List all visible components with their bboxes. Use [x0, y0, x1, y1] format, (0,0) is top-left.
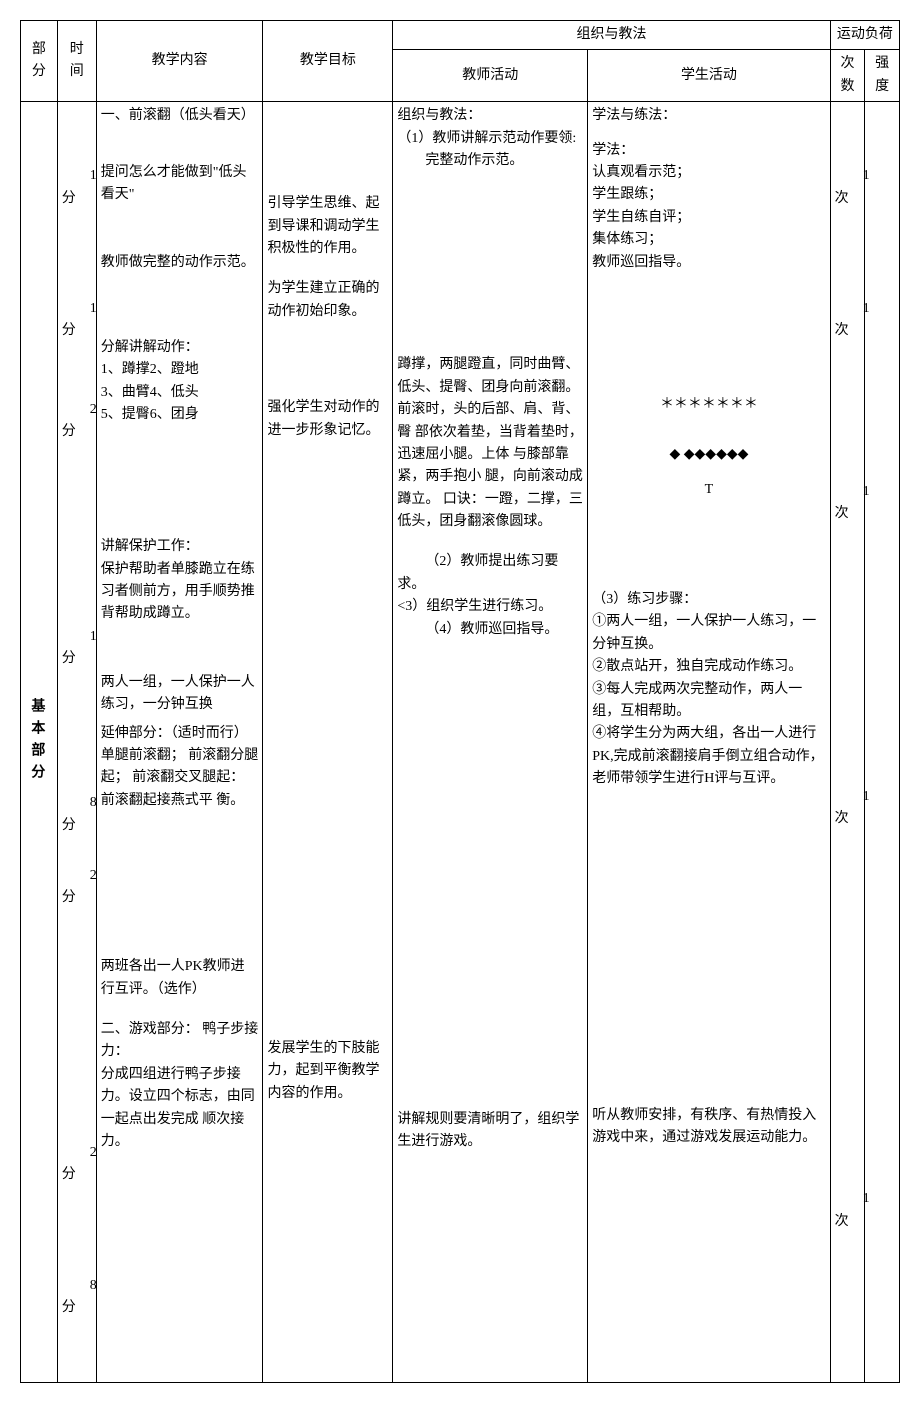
intensity-column [865, 102, 900, 1383]
student-4b: ①两人一组，一人保护一人练习，一分钟互换。 [592, 611, 825, 656]
student-1g: 教师巡回指导。 [592, 252, 825, 274]
teacher-8: 讲解规则要清晰明了，组织学生进行游戏。 [397, 1109, 583, 1154]
time-1: 1分 [62, 165, 92, 210]
student-diagram-row1: ＊＊＊＊＊＊＊ [592, 394, 825, 416]
teacher-4c: （4）教师巡回指导。 [397, 619, 583, 641]
teacher-4b: <3）组织学生进行练习。 [397, 596, 583, 618]
count-1: 1次 [835, 165, 861, 210]
content-6: 延伸部分：（适时而行） 单腿前滚翻； 前滚翻分腿起； 前滚翻交叉腿起： 前滚翻起… [101, 723, 259, 813]
content-2: 教师做完整的动作示范。 [101, 252, 259, 274]
student-4c: ②散点站开，独自完成动作练习。 [592, 656, 825, 678]
count-3: 1次 [835, 481, 861, 526]
student-column: 学法与练法： 学法： 认真观看示范； 学生跟练； 学生自练自评； 集体练习； 教… [588, 102, 830, 1383]
time-3: 2分 [62, 399, 92, 444]
content-column: 一、前滚翻（低头看天） 提问怎么才能做到"低头看天" 教师做完整的动作示范。 分… [96, 102, 263, 1383]
time-6: 2分 [62, 865, 92, 910]
content-4a: 讲解保护工作： [101, 536, 259, 558]
student-1c: 认真观看示范； [592, 162, 825, 184]
goal-column: 引导学生思维、起到导课和调动学生积极性的作用。 为学生建立正确的动作初始印象。 … [263, 102, 393, 1383]
goal-1: 引导学生思维、起到导课和调动学生积极性的作用。 [267, 193, 388, 260]
teacher-column: 组织与教法： （1）教师讲解示范动作要领: 完整动作示范。 蹲撑，两腿蹬直，同时… [393, 102, 588, 1383]
content-1a: 一、前滚翻（低头看天） [101, 105, 259, 127]
student-4a: （3）练习步骤： [592, 589, 825, 611]
header-load: 运动负荷 [830, 21, 899, 50]
teacher-1c: 完整动作示范。 [397, 150, 583, 172]
header-time: 时 间 [57, 21, 96, 102]
header-part: 部 分 [21, 21, 58, 102]
content-1b: 提问怎么才能做到"低头看天" [101, 162, 259, 207]
content-3d: 5、提臀6、团身 [101, 404, 259, 426]
header-teacher: 教师活动 [393, 50, 588, 102]
teacher-4a: （2）教师提出练习要求。 [397, 551, 583, 596]
section-label-cell: 基本部分 [21, 102, 58, 1383]
student-8: 听从教师安排，有秩序、有热情投入游戏中来，通过游戏发展运动能力。 [592, 1105, 825, 1150]
content-4b: 保护帮助者单膝跪立在练习者侧前方，用手顺势推背帮助成蹲立。 [101, 559, 259, 626]
table-row: 基本部分 1分 1分 2分 1分 8分 2分 2分 8分 [21, 102, 900, 1383]
content-5: 两人一组，一人保护一人练习，一分钟互换 [101, 672, 259, 717]
count-8: 1次 [835, 1188, 861, 1233]
header-goal: 教学目标 [263, 21, 393, 102]
header-count: 次数 [830, 50, 865, 102]
count-column: 1次 1次 1次 1次 1次 [830, 102, 865, 1383]
student-4e: ④将学生分为两大组，各出一人进行PK,完成前滚翻接肩手倒立组合动作，老师带领学生… [592, 723, 825, 790]
student-4d: ③每人完成两次完整动作，两人一组，互相帮助。 [592, 679, 825, 724]
count-5: 1次 [835, 786, 861, 831]
content-3a: 分解讲解动作： [101, 337, 259, 359]
content-7: 两班各出一人PK教师进行互评。（选作） [101, 956, 259, 1001]
section-label: 基本部分 [25, 698, 47, 786]
teacher-3: 蹲撑，两腿蹬直，同时曲臂、低头、提臀、团身向前滚翻。前滚时，头的后部、肩、背、臀… [397, 354, 583, 533]
student-diagram-t: T [592, 479, 825, 501]
lesson-plan-table: 部 分 时 间 教学内容 教学目标 组织与教法 运动负荷 教师活动 学生活动 次… [20, 20, 900, 1383]
content-3b: 1、蹲撑2、蹬地 [101, 359, 259, 381]
student-1d: 学生跟练； [592, 184, 825, 206]
header-student: 学生活动 [588, 50, 830, 102]
goal-8: 发展学生的下肢能力，起到平衡教学内容的作用。 [267, 1038, 388, 1105]
time-4: 1分 [62, 626, 92, 671]
student-diagram-row2: ◆ ◆◆◆◆◆◆ [592, 444, 825, 466]
goal-2: 为学生建立正确的动作初始印象。 [267, 278, 388, 323]
student-1f: 集体练习； [592, 229, 825, 251]
content-8b: 分成四组进行鸭子步接力。设立四个标志，由同一起点出发完成 顺次接力。 [101, 1064, 259, 1154]
time-7: 2分 [62, 1142, 92, 1187]
goal-3: 强化学生对动作的进一步形象记忆。 [267, 397, 388, 442]
student-1a: 学法与练法： [592, 105, 825, 127]
teacher-1b: （1）教师讲解示范动作要领: [397, 128, 583, 150]
content-3c: 3、曲臂4、低头 [101, 382, 259, 404]
header-intensity: 强度 [865, 50, 900, 102]
teacher-1a: 组织与教法： [397, 105, 583, 127]
time-column: 1分 1分 2分 1分 8分 2分 2分 8分 [57, 102, 96, 1383]
content-8a: 二、游戏部分： 鸭子步接力： [101, 1019, 259, 1064]
header-content: 教学内容 [96, 21, 263, 102]
header-org: 组织与教法 [393, 21, 830, 50]
time-2: 1分 [62, 298, 92, 343]
student-1b: 学法： [592, 140, 825, 162]
time-5: 8分 [62, 792, 92, 837]
count-2: 1次 [835, 298, 861, 343]
student-1e: 学生自练自评； [592, 207, 825, 229]
time-8: 8分 [62, 1275, 92, 1320]
